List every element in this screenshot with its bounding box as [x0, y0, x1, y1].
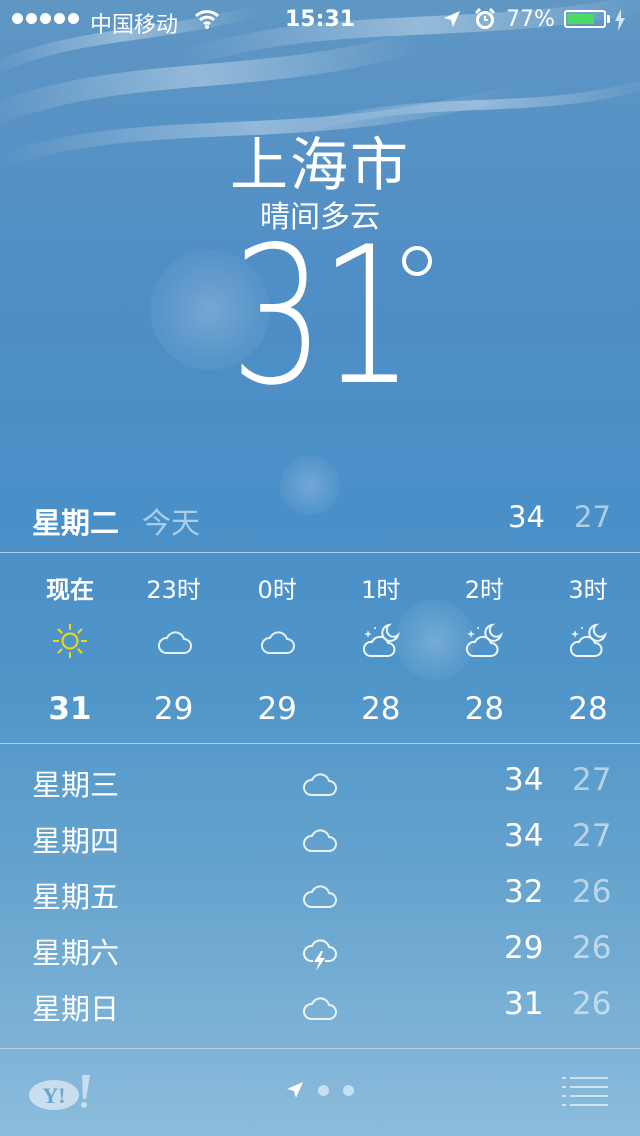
battery-tip — [607, 15, 610, 23]
hour-temperature: 28 — [361, 691, 401, 727]
page-dot — [343, 1084, 354, 1096]
cloud-icon — [261, 631, 296, 654]
cloud-icon — [303, 829, 337, 852]
hour-label: 2时 — [464, 576, 505, 604]
battery-icon — [564, 10, 606, 28]
page-indicator[interactable] — [286, 1081, 354, 1099]
hourly-item: 2时 28 — [432, 553, 536, 743]
daily-row: 星期三 34 27 — [0, 754, 640, 810]
weekday-label: 星期四 — [32, 824, 120, 858]
daily-row: 星期日 31 26 — [0, 978, 640, 1034]
today-high: 34 — [508, 500, 545, 534]
daily-row: 星期六 29 26 — [0, 922, 640, 978]
high-temperature: 34 — [504, 818, 544, 854]
daily-row: 星期四 34 27 — [0, 810, 640, 866]
hour-temperature: 29 — [153, 691, 194, 727]
today-label: 今天 — [142, 506, 201, 540]
weekday-label: 星期三 — [32, 768, 120, 802]
page-dot — [318, 1084, 329, 1096]
low-temperature: 27 — [572, 762, 612, 798]
low-temperature: 26 — [572, 986, 612, 1022]
hourly-item: 3时 28 — [536, 553, 640, 743]
low-temperature: 26 — [572, 874, 612, 910]
yahoo-logo-text: Y! — [42, 1083, 65, 1108]
today-summary: 星期二 今天 34 27 — [0, 492, 640, 544]
hour-temperature: 29 — [257, 691, 297, 727]
hour-temperature: 31 — [48, 691, 92, 727]
hourly-forecast[interactable]: 现在 31 23时 29 0时 29 1时 28 2时 28 3时 28 — [0, 553, 640, 743]
yahoo-logo-icon[interactable]: Y! — [28, 1073, 92, 1113]
list-icon[interactable] — [562, 1075, 610, 1109]
cloud-icon — [303, 885, 337, 908]
daily-row: 星期五 32 26 — [0, 866, 640, 922]
hour-temperature: 28 — [568, 691, 608, 727]
hour-label: 3时 — [568, 576, 608, 604]
hourly-item: 1时 28 — [329, 553, 433, 743]
cloud-icon — [303, 997, 337, 1020]
high-temperature: 29 — [504, 930, 544, 966]
alarm-icon — [474, 8, 496, 29]
today-low: 27 — [574, 500, 611, 534]
weekday-label: 星期六 — [32, 936, 120, 970]
current-temperature-value: 31 — [230, 206, 414, 427]
battery-level — [568, 14, 595, 24]
degree-symbol — [402, 246, 432, 276]
cloud-icon — [303, 773, 337, 796]
city-name: 上海市 — [229, 131, 410, 199]
partly-cloudy-night-icon — [466, 623, 504, 657]
hour-label: 0时 — [257, 576, 297, 604]
hour-label: 现在 — [46, 576, 94, 604]
partly-cloudy-night-icon — [569, 623, 607, 657]
hour-temperature: 28 — [464, 691, 505, 727]
high-temperature: 32 — [504, 874, 544, 910]
weekday-label: 星期五 — [32, 880, 120, 914]
hourly-item: 现在 31 — [18, 553, 122, 743]
hour-label: 1时 — [361, 576, 401, 604]
current-temperature: 31 — [0, 222, 640, 412]
location-arrow-icon — [444, 11, 460, 27]
sun-icon — [53, 624, 87, 658]
cloud-icon — [157, 631, 192, 654]
charging-icon — [615, 9, 625, 31]
footer-toolbar: Y! — [0, 1049, 640, 1136]
hourly-item: 0时 29 — [225, 553, 329, 743]
status-bar: 中国移动 15:31 77% — [0, 0, 640, 40]
low-temperature: 26 — [572, 930, 612, 966]
hour-label: 23时 — [146, 576, 201, 604]
today-weekday: 星期二 — [32, 506, 120, 540]
hourly-item: 23时 29 — [122, 553, 226, 743]
battery-percentage: 77% — [506, 7, 555, 32]
thunderstorm-icon — [303, 939, 337, 971]
high-temperature: 34 — [504, 762, 544, 798]
low-temperature: 27 — [572, 818, 612, 854]
location-page-icon — [287, 1082, 303, 1098]
partly-cloudy-night-icon — [362, 623, 400, 657]
high-temperature: 31 — [504, 986, 544, 1022]
weekday-label: 星期日 — [32, 992, 120, 1026]
divider — [0, 743, 640, 744]
